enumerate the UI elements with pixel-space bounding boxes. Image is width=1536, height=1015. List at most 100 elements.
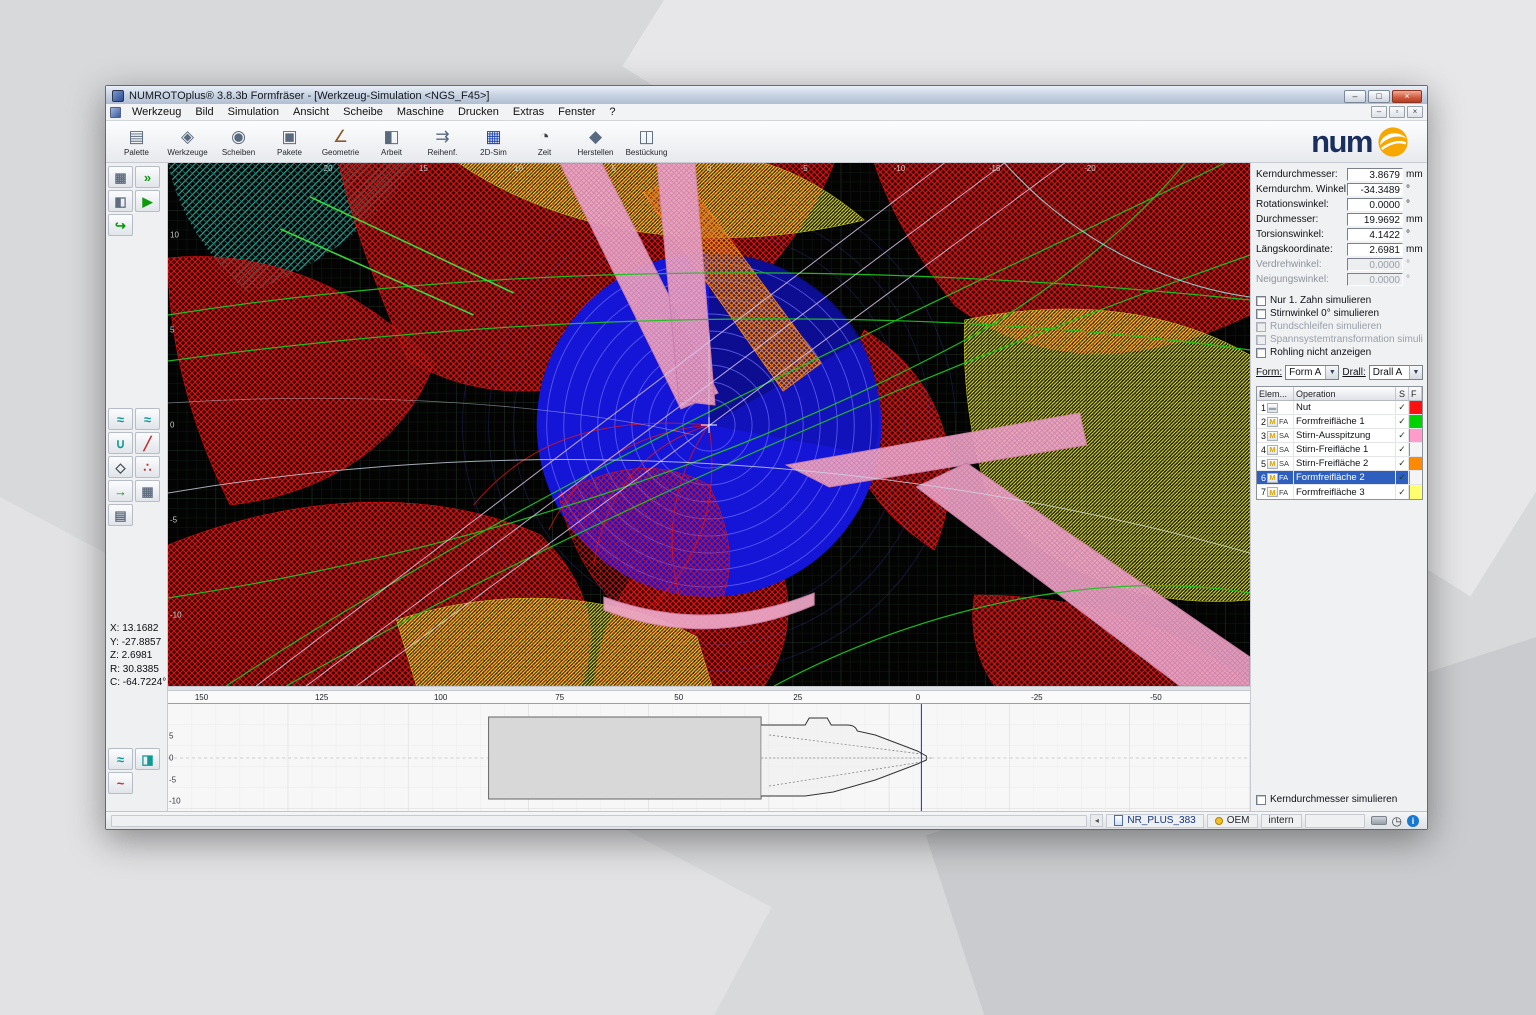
simulate-check[interactable]: ✓ bbox=[1396, 485, 1409, 499]
mdi-minimize-button[interactable]: – bbox=[1371, 106, 1387, 118]
tool-shank bbox=[489, 717, 762, 799]
menu-item[interactable]: Ansicht bbox=[286, 105, 336, 119]
simulate-check[interactable]: ✓ bbox=[1396, 429, 1409, 442]
menu-item[interactable]: ? bbox=[602, 105, 622, 119]
tool-button[interactable]: ~ bbox=[108, 772, 133, 794]
parameter-input[interactable]: 4.1422 bbox=[1347, 228, 1403, 241]
parameter-unit: mm bbox=[1403, 169, 1423, 180]
parameter-input[interactable]: 19.9692 bbox=[1347, 213, 1403, 226]
parameter-input[interactable]: 0.0000 bbox=[1347, 198, 1403, 211]
simulate-check[interactable]: ✓ bbox=[1396, 415, 1409, 428]
column-header-elem[interactable]: Elem... bbox=[1257, 387, 1294, 400]
element-color-swatch[interactable] bbox=[1409, 471, 1422, 484]
tool-button[interactable]: ∪ bbox=[108, 432, 133, 454]
toolbar-button[interactable]: ◈ Werkzeuge bbox=[165, 126, 210, 158]
kerndurchmesser-checkbox[interactable]: Kerndurchmesser simulieren bbox=[1256, 793, 1423, 806]
simulation-canvas[interactable]: 20151050-5-10-15-20 1050-5-10 bbox=[168, 163, 1250, 686]
tool-button[interactable]: ∴ bbox=[135, 456, 160, 478]
tool-button[interactable]: ▶ bbox=[135, 190, 160, 212]
option-checkbox[interactable]: Rundschleifen simulieren bbox=[1256, 320, 1423, 333]
machine-cell[interactable]: NR_PLUS_383 bbox=[1106, 814, 1203, 828]
coordinate-value: 2.6981 bbox=[122, 650, 153, 661]
simulate-check[interactable]: ✓ bbox=[1396, 457, 1409, 470]
menu-item[interactable]: Bild bbox=[188, 105, 220, 119]
tool-button[interactable]: ◧ bbox=[108, 190, 133, 212]
element-row[interactable]: 6 M FA Formfreifläche 2 ✓ bbox=[1257, 471, 1422, 485]
element-row[interactable]: 5 M SA Stirn-Freifläche 2 ✓ bbox=[1257, 457, 1422, 471]
option-checkbox[interactable]: Rohling nicht anzeigen bbox=[1256, 346, 1423, 359]
element-color-swatch[interactable] bbox=[1409, 415, 1422, 428]
tool-button[interactable]: ◇ bbox=[108, 456, 133, 478]
element-row[interactable]: 4 M SA Stirn-Freifläche 1 ✓ bbox=[1257, 443, 1422, 457]
profile-plot[interactable]: 50-5-10 bbox=[168, 704, 1250, 811]
tool-button[interactable]: ▦ bbox=[135, 480, 160, 502]
tool-button[interactable]: ╱ bbox=[135, 432, 160, 454]
element-row[interactable]: 3 M SA Stirn-Ausspitzung ✓ bbox=[1257, 429, 1422, 443]
tool-button[interactable]: ≈ bbox=[135, 408, 160, 430]
parameter-input[interactable]: -34.3489 bbox=[1347, 183, 1403, 196]
status-scroll-left-button[interactable]: ◂ bbox=[1090, 814, 1103, 827]
menu-item[interactable]: Scheibe bbox=[336, 105, 390, 119]
option-checkbox[interactable]: Nur 1. Zahn simulieren bbox=[1256, 294, 1423, 307]
element-color-swatch[interactable] bbox=[1409, 429, 1422, 442]
element-color-swatch[interactable] bbox=[1409, 457, 1422, 470]
menu-item[interactable]: Werkzeug bbox=[125, 105, 188, 119]
tool-button[interactable]: ▤ bbox=[108, 504, 133, 526]
mdi-restore-button[interactable]: ▫ bbox=[1389, 106, 1405, 118]
mdi-close-button[interactable]: × bbox=[1407, 106, 1423, 118]
option-checkbox[interactable]: Stirnwinkel 0° simulieren bbox=[1256, 307, 1423, 320]
num-logo-text: num bbox=[1311, 127, 1372, 157]
simulate-check[interactable]: ✓ bbox=[1396, 401, 1409, 414]
simulate-check[interactable]: ✓ bbox=[1396, 443, 1409, 456]
tool-button[interactable]: ↪ bbox=[108, 214, 133, 236]
simulate-check[interactable]: ✓ bbox=[1396, 471, 1409, 484]
element-color-swatch[interactable] bbox=[1409, 485, 1422, 499]
tool-button[interactable]: ≈ bbox=[108, 748, 133, 770]
element-color-swatch[interactable] bbox=[1409, 401, 1422, 414]
drall-select[interactable]: Drall A ▼ bbox=[1369, 365, 1423, 380]
element-color-swatch[interactable] bbox=[1409, 443, 1422, 456]
column-header-s[interactable]: S bbox=[1396, 387, 1409, 400]
parameter-input[interactable]: 0.0000 bbox=[1347, 273, 1403, 286]
menu-item[interactable]: Drucken bbox=[451, 105, 506, 119]
parameter-panel: Kerndurchmesser: 3.8679 mm Kerndurchm. W… bbox=[1251, 163, 1427, 811]
oem-label: OEM bbox=[1227, 815, 1250, 826]
toolbar-button[interactable]: ◆ Herstellen bbox=[573, 126, 618, 158]
toolbar-button[interactable]: ▣ Pakete bbox=[267, 126, 312, 158]
toolbar-button-icon: ⇉ bbox=[435, 127, 449, 147]
minimize-button[interactable]: – bbox=[1344, 90, 1366, 103]
menu-item[interactable]: Maschine bbox=[390, 105, 451, 119]
menu-item[interactable]: Simulation bbox=[221, 105, 286, 119]
toolbar-button[interactable]: ◫ Bestückung bbox=[624, 126, 669, 158]
parameter-input[interactable]: 2.6981 bbox=[1347, 243, 1403, 256]
maximize-button[interactable]: □ bbox=[1368, 90, 1390, 103]
toolbar-button[interactable]: ∠ Geometrie bbox=[318, 126, 363, 158]
center-column: 20151050-5-10-15-20 1050-5-10 1501251007… bbox=[168, 163, 1251, 811]
column-header-operation[interactable]: Operation bbox=[1294, 387, 1396, 400]
menu-item[interactable]: Extras bbox=[506, 105, 551, 119]
element-row[interactable]: 2 M FA Formfreifläche 1 ✓ bbox=[1257, 415, 1422, 429]
tool-button[interactable]: » bbox=[135, 166, 160, 188]
toolbar-button[interactable]: ▤ Palette bbox=[114, 126, 159, 158]
toolbar-button[interactable]: ◉ Scheiben bbox=[216, 126, 261, 158]
close-button[interactable]: × bbox=[1392, 90, 1422, 103]
element-row[interactable]: 7 M FA Formfreifläche 3 ✓ bbox=[1257, 485, 1422, 499]
toolbar-button[interactable]: ◧ Arbeit bbox=[369, 126, 414, 158]
toolbar-button-label: Scheiben bbox=[222, 148, 255, 157]
toolbar-button[interactable]: ⇉ Reihenf. bbox=[420, 126, 465, 158]
tool-button[interactable]: ≈ bbox=[108, 408, 133, 430]
toolbar-button[interactable]: ◔ Zeit bbox=[522, 126, 567, 158]
tool-button[interactable]: → bbox=[108, 480, 133, 502]
element-row[interactable]: 1 ▬ Nut ✓ bbox=[1257, 401, 1422, 415]
tool-button[interactable]: ▦ bbox=[108, 166, 133, 188]
menu-item[interactable]: Fenster bbox=[551, 105, 602, 119]
info-icon[interactable]: i bbox=[1407, 815, 1419, 827]
form-select[interactable]: Form A ▼ bbox=[1285, 365, 1339, 380]
option-checkbox[interactable]: Spannsystemtransformation simulieren bbox=[1256, 333, 1423, 346]
parameter-input[interactable]: 3.8679 bbox=[1347, 168, 1403, 181]
element-table-header: Elem... Operation S F bbox=[1257, 387, 1422, 401]
tool-button[interactable]: ◨ bbox=[135, 748, 160, 770]
parameter-input[interactable]: 0.0000 bbox=[1347, 258, 1403, 271]
column-header-f[interactable]: F bbox=[1409, 387, 1422, 400]
toolbar-button[interactable]: ▦ 2D-Sim bbox=[471, 126, 516, 158]
